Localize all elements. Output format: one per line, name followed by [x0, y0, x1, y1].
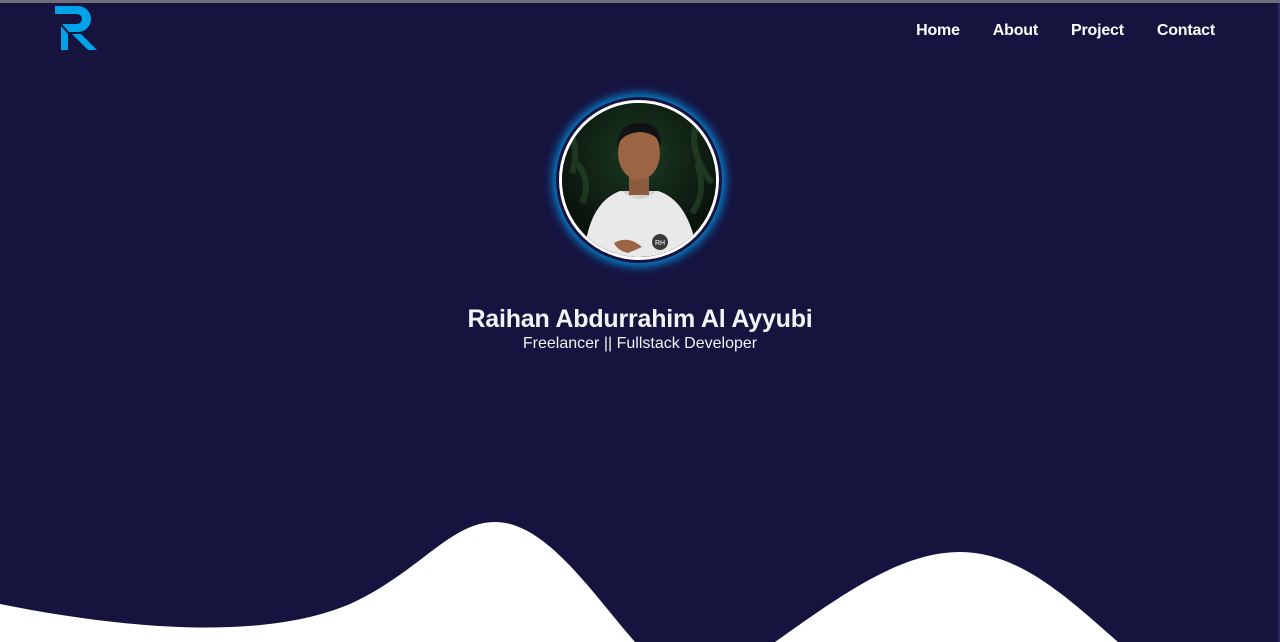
- nav-project[interactable]: Project: [1071, 20, 1124, 42]
- nav-home[interactable]: Home: [916, 20, 960, 42]
- svg-text:RH: RH: [655, 240, 665, 247]
- r-logo-icon: [55, 6, 97, 50]
- profile-photo: RH: [562, 103, 716, 257]
- nav-about[interactable]: About: [993, 20, 1038, 42]
- window-top-border: [0, 0, 1280, 3]
- avatar-ring: RH: [556, 97, 722, 263]
- nav-contact[interactable]: Contact: [1157, 20, 1215, 42]
- hero-subtitle: Freelancer || Fullstack Developer: [522, 335, 758, 352]
- wave-divider: [0, 522, 1118, 642]
- main-nav: Home About Project Contact: [916, 20, 1215, 42]
- logo-link[interactable]: [54, 5, 98, 51]
- avatar: RH: [559, 100, 719, 260]
- hero-name: Raihan Abdurrahim Al Ayyubi: [467, 304, 813, 333]
